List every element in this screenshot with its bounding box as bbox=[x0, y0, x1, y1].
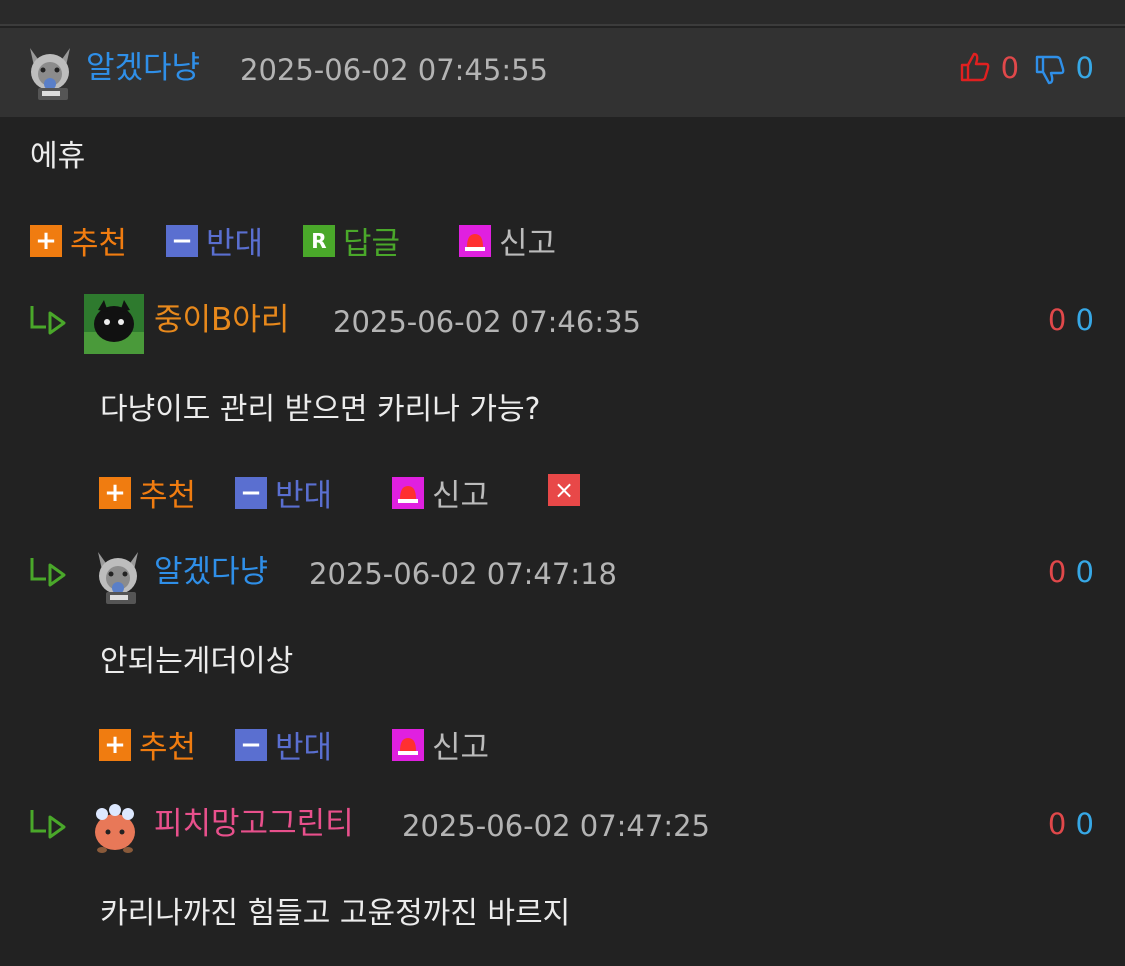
avatar-cat[interactable] bbox=[92, 548, 144, 608]
downvote-count: 0 bbox=[1075, 555, 1094, 589]
reply-r-icon: R bbox=[303, 224, 335, 257]
upvote-count: 0 bbox=[1047, 303, 1067, 337]
avatar-blackcat[interactable] bbox=[84, 294, 144, 354]
cat-avatar-icon bbox=[98, 552, 138, 604]
peach-avatar-icon bbox=[95, 804, 135, 853]
vote-counts: 0 0 bbox=[959, 51, 1094, 86]
recommend-button[interactable]: + 추천 bbox=[99, 470, 196, 515]
comment-text: 다냥이도 관리 받으면 카리나 가능? bbox=[100, 392, 541, 427]
minus-icon: − bbox=[235, 728, 267, 761]
siren-icon bbox=[392, 476, 424, 509]
reply-button[interactable]: R 답글 bbox=[303, 218, 400, 263]
recommend-button[interactable]: + 추천 bbox=[30, 218, 127, 263]
comment-datetime: 2025-06-02 07:47:18 bbox=[309, 557, 617, 591]
reply-arrow-icon bbox=[30, 810, 66, 839]
minus-icon: − bbox=[166, 224, 198, 257]
downvote-count: 0 bbox=[1075, 807, 1094, 841]
oppose-button[interactable]: − 반대 bbox=[166, 218, 263, 263]
comment-text: 안되는게더이상 bbox=[100, 644, 294, 679]
plus-icon: + bbox=[99, 476, 131, 509]
upvote-count: 0 bbox=[1047, 555, 1067, 589]
vote-counts: 0 0 bbox=[1048, 807, 1094, 841]
recommend-label: 추천 bbox=[139, 730, 197, 766]
thumbs-down-icon[interactable] bbox=[1034, 54, 1066, 86]
oppose-button[interactable]: − 반대 bbox=[235, 722, 332, 767]
plus-icon: + bbox=[30, 224, 62, 257]
report-label: 신고 bbox=[432, 730, 490, 766]
thumbs-up-icon[interactable] bbox=[959, 51, 991, 83]
comment-datetime: 2025-06-02 07:47:25 bbox=[402, 809, 710, 843]
comment-author[interactable]: 알겠다냥 bbox=[86, 50, 200, 86]
comment-datetime: 2025-06-02 07:45:55 bbox=[240, 53, 548, 87]
avatar-peach[interactable] bbox=[88, 800, 142, 856]
oppose-label: 반대 bbox=[275, 478, 333, 514]
downvote-count: 0 bbox=[1075, 303, 1094, 337]
delete-button[interactable]: × bbox=[548, 474, 588, 506]
report-button[interactable]: 신고 bbox=[392, 722, 489, 767]
close-icon: × bbox=[548, 474, 580, 506]
comment-text: 에휴 bbox=[30, 139, 86, 174]
minus-icon: − bbox=[235, 476, 267, 509]
upvote-count: 0 bbox=[1047, 807, 1067, 841]
comment-author[interactable]: 피치망고그린티 bbox=[154, 806, 354, 842]
oppose-label: 반대 bbox=[275, 730, 333, 766]
report-button[interactable]: 신고 bbox=[392, 470, 489, 515]
recommend-label: 추천 bbox=[70, 226, 128, 262]
downvote-count: 0 bbox=[1075, 51, 1094, 85]
siren-icon bbox=[392, 728, 424, 761]
vote-counts: 0 0 bbox=[1048, 555, 1094, 589]
report-button[interactable]: 신고 bbox=[459, 218, 556, 263]
comment-datetime: 2025-06-02 07:46:35 bbox=[333, 305, 641, 339]
comment-author[interactable]: 중이B아리 bbox=[154, 302, 289, 338]
siren-icon bbox=[459, 224, 491, 257]
reply-arrow-icon bbox=[30, 306, 66, 335]
reply-label: 답글 bbox=[343, 226, 401, 262]
comment-author[interactable]: 알겠다냥 bbox=[154, 554, 268, 590]
report-label: 신고 bbox=[499, 226, 557, 262]
blackcat-avatar-icon bbox=[84, 294, 144, 354]
recommend-button[interactable]: + 추천 bbox=[99, 722, 196, 767]
plus-icon: + bbox=[99, 728, 131, 761]
cat-avatar-icon bbox=[30, 48, 70, 100]
vote-counts: 0 0 bbox=[1048, 303, 1094, 337]
oppose-label: 반대 bbox=[206, 226, 264, 262]
report-label: 신고 bbox=[432, 478, 490, 514]
avatar-cat[interactable] bbox=[24, 44, 76, 104]
oppose-button[interactable]: − 반대 bbox=[235, 470, 332, 515]
comment-text: 카리나까진 힘들고 고윤정까진 바르지 bbox=[100, 896, 571, 931]
top-strip bbox=[0, 0, 1125, 26]
upvote-count: 0 bbox=[1000, 51, 1020, 85]
reply-arrow-icon bbox=[30, 558, 66, 587]
recommend-label: 추천 bbox=[139, 478, 197, 514]
